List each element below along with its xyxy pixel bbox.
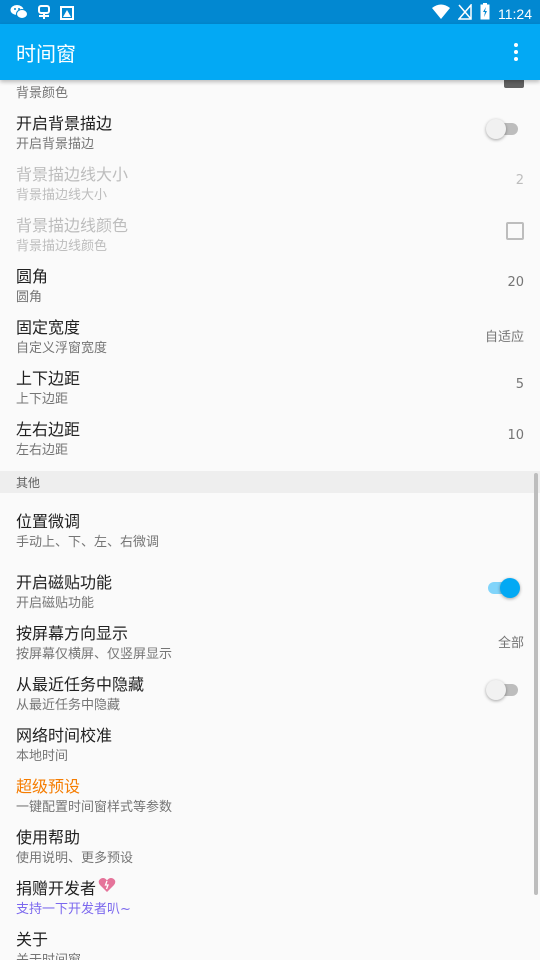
magnet-switch[interactable] (486, 577, 522, 599)
setting-value: 5 (515, 377, 524, 392)
setting-stroke-color: 背景描边线颜色 背景描边线颜色 (0, 208, 540, 259)
setting-vertical-margin[interactable]: 上下边距 上下边距 5 (0, 361, 540, 412)
hide-recents-switch[interactable] (486, 679, 522, 701)
more-vert-icon[interactable] (504, 40, 528, 64)
setting-title: 从最近任务中隐藏 (16, 675, 145, 694)
setting-title: 网络时间校准 (16, 726, 113, 745)
setting-donate[interactable]: 捐赠开发者 支持一下开发者叭~ (0, 871, 540, 922)
setting-title: 捐赠开发者 (16, 879, 97, 898)
setting-subtitle: 从最近任务中隐藏 (16, 698, 121, 713)
app-title: 时间窗 (16, 42, 76, 66)
setting-fixed-width[interactable]: 固定宽度 自定义浮窗宽度 自适应 (0, 310, 540, 361)
setting-bg-stroke[interactable]: 开启背景描边 开启背景描边 (0, 106, 540, 157)
setting-subtitle: 左右边距 (16, 443, 69, 458)
setting-help[interactable]: 使用帮助 使用说明、更多预设 (0, 820, 540, 871)
setting-title: 固定宽度 (16, 318, 81, 337)
scrollbar[interactable] (534, 473, 538, 895)
setting-subtitle: 自定义浮窗宽度 (16, 341, 108, 356)
setting-network-time[interactable]: 网络时间校准 本地时间 (0, 718, 540, 769)
setting-subtitle: 圆角 (16, 290, 43, 305)
battery-charging-icon (480, 3, 490, 24)
setting-hide-recents[interactable]: 从最近任务中隐藏 从最近任务中隐藏 (0, 667, 540, 718)
wifi-icon (432, 4, 450, 24)
setting-subtitle: 一键配置时间窗样式等参数 (16, 800, 173, 815)
stroke-color-swatch (506, 222, 524, 240)
wechat-icon (10, 4, 28, 24)
setting-title-row: 捐赠开发者 (16, 875, 116, 899)
app-bar: 时间窗 (0, 24, 540, 80)
setting-title: 左右边距 (16, 420, 81, 439)
setting-subtitle: 上下边距 (16, 392, 69, 407)
setting-subtitle: 关于时间窗 (16, 949, 81, 960)
setting-subtitle: 按屏幕仅横屏、仅竖屏显示 (16, 647, 173, 662)
setting-subtitle: 背景描边线大小 (16, 188, 108, 203)
setting-title: 关于 (16, 930, 49, 949)
setting-about[interactable]: 关于 关于时间窗 (0, 922, 540, 960)
setting-title: 使用帮助 (16, 828, 81, 847)
clock: 11:24 (498, 5, 532, 22)
setting-position-adjust[interactable]: 位置微调 手动上、下、左、右微调 (0, 504, 540, 555)
setting-value: 全部 (497, 636, 524, 651)
setting-magnet[interactable]: 开启磁贴功能 开启磁贴功能 (0, 565, 540, 616)
setting-title: 开启背景描边 (16, 114, 113, 133)
no-sim-icon (457, 2, 472, 24)
setting-super-preset[interactable]: 超级预设 一键配置时间窗样式等参数 (0, 769, 540, 820)
setting-subtitle: 开启磁贴功能 (16, 596, 95, 611)
settings-list: 背景颜色 开启背景描边 开启背景描边 背景描边线大小 背景描边线大小 2 背景描… (0, 80, 540, 960)
setting-value: 20 (507, 275, 524, 290)
setting-subtitle: 支持一下开发者叭~ (16, 902, 131, 917)
section-header-other: 其他 (0, 471, 540, 493)
bg-stroke-switch[interactable] (486, 118, 522, 140)
setting-title: 超级预设 (16, 777, 81, 796)
setting-subtitle: 开启背景描边 (16, 137, 95, 152)
setting-bg-color[interactable]: 背景颜色 (0, 80, 540, 106)
setting-subtitle: 手动上、下、左、右微调 (16, 535, 160, 550)
setting-value: 10 (507, 428, 524, 443)
setting-corner[interactable]: 圆角 圆角 20 (0, 259, 540, 310)
section-label: 其他 (16, 476, 41, 490)
setting-stroke-size: 背景描边线大小 背景描边线大小 2 (0, 157, 540, 208)
setting-title: 开启磁贴功能 (16, 573, 113, 592)
setting-title: 位置微调 (16, 512, 81, 531)
setting-value: 自适应 (484, 330, 524, 345)
setting-title: 按屏幕方向显示 (16, 624, 129, 643)
setting-subtitle: 背景颜色 (16, 86, 69, 101)
setting-orientation[interactable]: 按屏幕方向显示 按屏幕仅横屏、仅竖屏显示 全部 (0, 616, 540, 667)
image-icon (60, 5, 74, 24)
sparkling-heart-icon (98, 877, 116, 897)
setting-subtitle: 本地时间 (16, 749, 69, 764)
setting-horizontal-margin[interactable]: 左右边距 左右边距 10 (0, 412, 540, 463)
setting-title: 圆角 (16, 267, 49, 286)
setting-subtitle: 背景描边线颜色 (16, 239, 108, 254)
bug-icon (36, 4, 52, 24)
setting-title: 上下边距 (16, 369, 81, 388)
status-bar: 11:24 (0, 0, 540, 24)
setting-title: 背景描边线颜色 (16, 216, 129, 235)
setting-title: 背景描边线大小 (16, 165, 129, 184)
setting-subtitle: 使用说明、更多预设 (16, 851, 134, 866)
setting-value: 2 (515, 173, 524, 188)
color-swatch (504, 80, 524, 88)
